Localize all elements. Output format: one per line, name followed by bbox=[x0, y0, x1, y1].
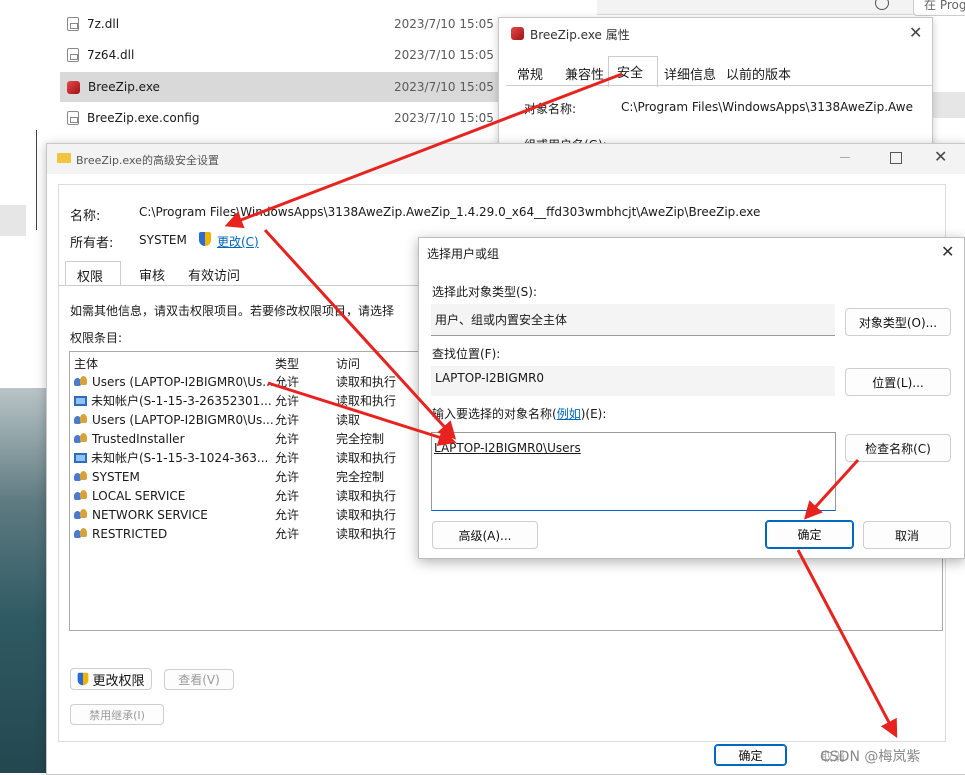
arrow-to-check-names bbox=[803, 458, 860, 520]
arrow-to-change-owner bbox=[224, 72, 623, 229]
annotation-arrows bbox=[224, 72, 898, 738]
arrow-to-input bbox=[263, 228, 457, 440]
arrow-entries-to-input bbox=[267, 381, 457, 446]
arrow-to-final-ok bbox=[796, 549, 898, 738]
